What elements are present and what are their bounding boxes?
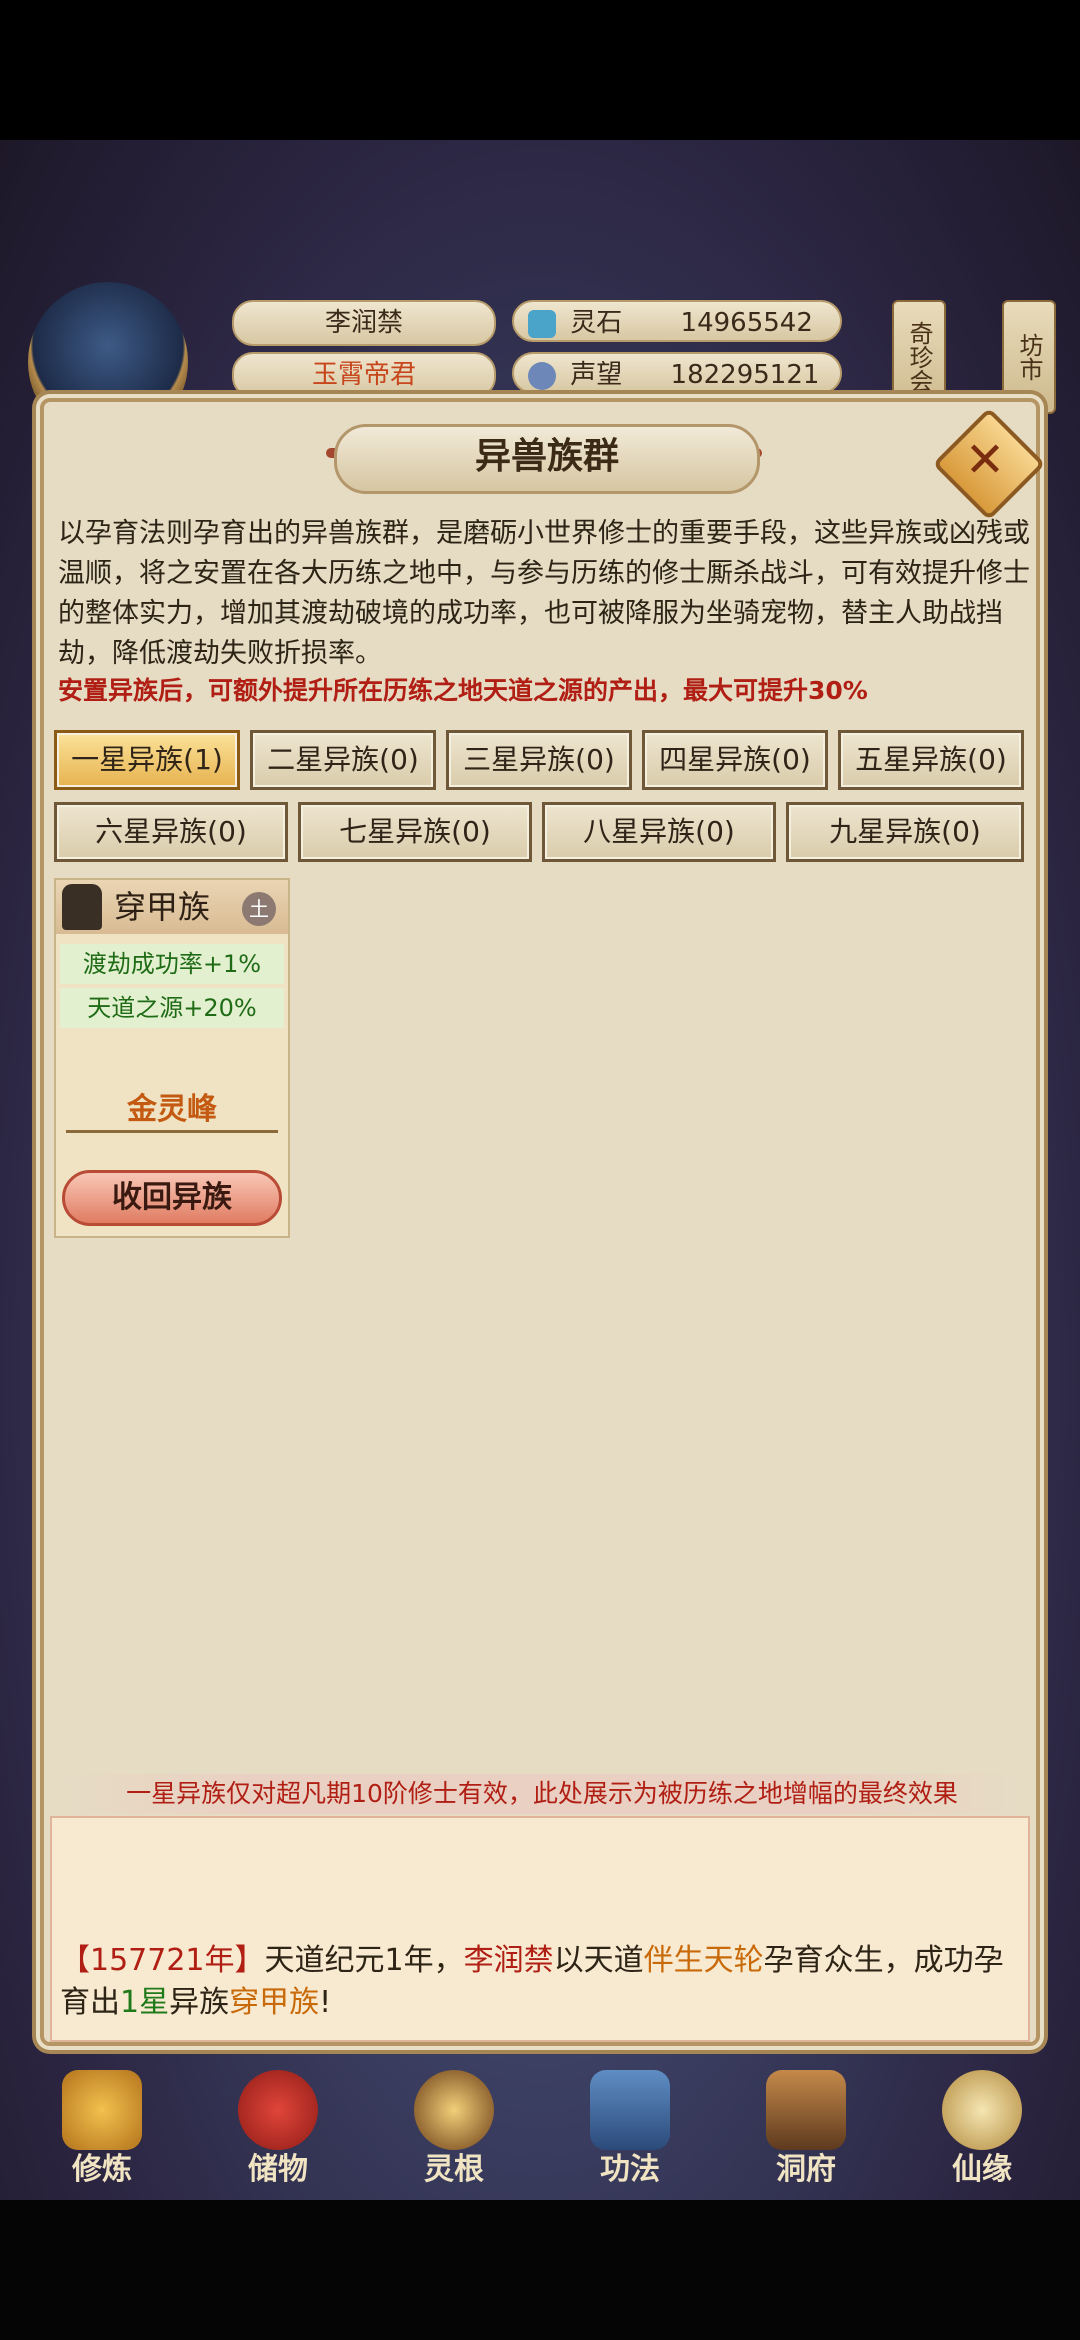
event-log: 【157721年】天道纪元1年，李润禁以天道伴生天轮孕育众生，成功孕育出1星异族…: [50, 1816, 1030, 2042]
navigation-gesture-area: [0, 2200, 1080, 2340]
log-part-4: 异族: [169, 1985, 230, 2020]
fame-icon: [528, 361, 556, 390]
tab-star-8[interactable]: 八星异族(0): [542, 802, 776, 862]
recall-beast-button[interactable]: 收回异族: [62, 1170, 282, 1226]
beast-name: 穿甲族: [114, 888, 211, 926]
nav-cave[interactable]: 洞府: [746, 2070, 866, 2200]
player-name-pill: 李润禁: [232, 300, 496, 346]
player-title: 玉霄帝君: [311, 360, 416, 390]
fame-pill: 声望 182295121: [512, 352, 842, 394]
stat-dao-source: 天道之源+20%: [60, 988, 284, 1028]
nav-techniques[interactable]: 功法: [570, 2070, 690, 2200]
nav-label: 仙缘: [952, 2152, 1012, 2187]
beast-portrait-icon: [62, 884, 102, 930]
nav-label: 修炼: [72, 2152, 132, 2187]
cave-icon: [766, 2070, 846, 2150]
side-tab-market[interactable]: 坊市: [1002, 300, 1056, 414]
log-star: 1星: [120, 1985, 170, 2020]
nav-fortune[interactable]: 仙缘: [922, 2070, 1042, 2200]
beast-clan-dialog: 异兽族群 ✕ 以孕育法则孕育出的异兽族群，是磨砺小世界修士的重要手段，这些异族或…: [40, 398, 1046, 2046]
log-race: 穿甲族: [229, 1985, 320, 2020]
tab-star-3[interactable]: 三星异族(0): [446, 730, 632, 790]
log-player: 李润禁: [463, 1943, 554, 1978]
nav-label: 洞府: [776, 2152, 836, 2187]
tab-star-6[interactable]: 六星异族(0): [54, 802, 288, 862]
player-name: 李润禁: [324, 308, 403, 338]
player-title-pill: 玉霄帝君: [232, 352, 496, 398]
bonus-note: 安置异族后，可额外提升所在历练之地天道之源的产出，最大可提升30%: [58, 676, 868, 705]
fame-label: 声望: [570, 360, 623, 390]
dialog-title: 异兽族群: [334, 424, 760, 494]
bag-icon: [238, 2070, 318, 2150]
stat-success-rate: 渡劫成功率+1%: [60, 944, 284, 984]
book-icon: [590, 2070, 670, 2150]
fame-value: 182295121: [670, 360, 820, 390]
spirit-stone-icon: [528, 309, 556, 338]
tab-star-9[interactable]: 九星异族(0): [786, 802, 1024, 862]
location-divider: [66, 1130, 278, 1133]
tab-star-7[interactable]: 七星异族(0): [298, 802, 532, 862]
dialog-description: 以孕育法则孕育出的异兽族群，是磨砺小世界修士的重要手段，这些异族或凶残或温顺，将…: [58, 518, 1030, 669]
spirit-root-icon: [414, 2070, 494, 2150]
log-message: 【157721年】天道纪元1年，李润禁以天道伴生天轮孕育众生，成功孕育出1星异族…: [60, 1940, 1020, 2024]
beast-card[interactable]: 穿甲族 土 渡劫成功率+1% 天道之源+20% 金灵峰 收回异族: [54, 878, 290, 1238]
tab-star-4[interactable]: 四星异族(0): [642, 730, 828, 790]
stone-label: 灵石: [570, 308, 623, 338]
close-icon[interactable]: ✕: [949, 424, 1021, 496]
stone-pill: 灵石 14965542: [512, 300, 842, 342]
tier-note: 一星异族仅对超凡期10阶修士有效，此处展示为被历练之地增幅的最终效果: [58, 1774, 1026, 1814]
gourd-icon: [942, 2070, 1022, 2150]
nav-label: 储物: [248, 2152, 308, 2187]
stone-value: 14965542: [680, 308, 813, 338]
log-item: 伴生天轮: [643, 1943, 764, 1978]
beast-location: 金灵峰: [127, 1092, 217, 1127]
nav-cultivate[interactable]: 修炼: [42, 2070, 162, 2200]
log-part-1: 天道纪元1年，: [264, 1943, 464, 1978]
cultivate-icon: [62, 2070, 142, 2150]
beast-card-header: 穿甲族 土: [56, 880, 288, 934]
side-tab-treasure[interactable]: 奇珍会: [892, 300, 946, 414]
tab-star-2[interactable]: 二星异族(0): [250, 730, 436, 790]
log-year: 【157721年】: [60, 1943, 265, 1978]
log-part-5: !: [319, 1985, 332, 2020]
tab-star-5[interactable]: 五星异族(0): [838, 730, 1024, 790]
log-part-2: 以天道: [553, 1943, 644, 1978]
status-bar: [0, 0, 1080, 140]
nav-label: 灵根: [424, 2152, 484, 2187]
element-badge: 土: [242, 892, 276, 926]
nav-label: 功法: [600, 2152, 660, 2187]
nav-spirit-root[interactable]: 灵根: [394, 2070, 514, 2200]
nav-storage[interactable]: 储物: [218, 2070, 338, 2200]
tab-star-1[interactable]: 一星异族(1): [54, 730, 240, 790]
